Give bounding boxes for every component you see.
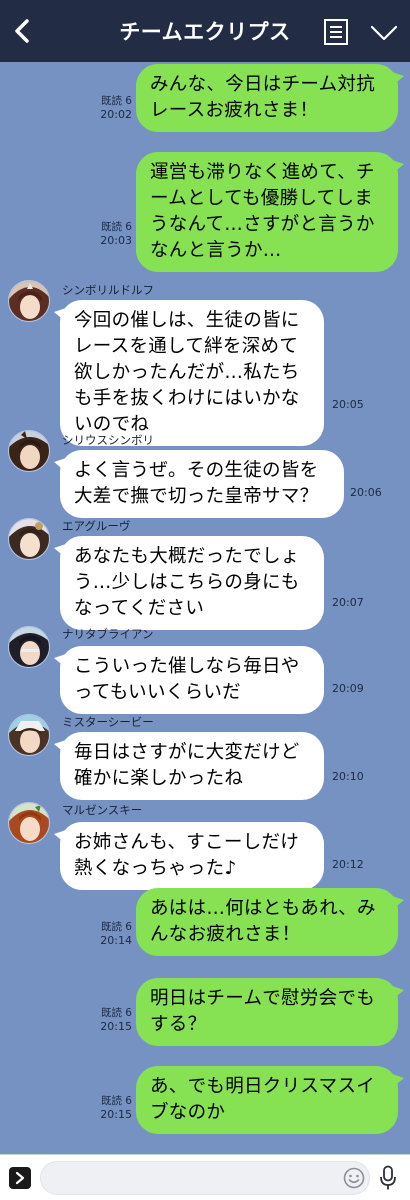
chat-header: チームエクリプス (0, 0, 410, 62)
timestamp: 20:03 (100, 234, 132, 247)
outgoing-message[interactable]: 明日はチームで慰労会でも する？ (136, 978, 404, 1046)
incoming-message[interactable]: よく言うぜ。その生徒の皆を 大差で撫で切った皇帝サマ？ (54, 450, 344, 518)
sender-name: シンボリルドルフ (62, 283, 154, 297)
message-input[interactable] (40, 1161, 370, 1195)
timestamp: 20:09 (332, 682, 364, 695)
avatar[interactable] (8, 518, 50, 560)
avatar-image-icon (9, 281, 49, 321)
read-receipt: 既読 6 (100, 1095, 132, 1107)
message-list[interactable]: 既読 6 20:02 みんな、今日はチーム対抗 レースお疲れさま！ 既読 6 2… (0, 62, 410, 1154)
avatar[interactable] (8, 802, 50, 844)
timestamp: 20:02 (100, 108, 132, 121)
avatar-image-icon (9, 627, 49, 667)
outgoing-message[interactable]: 運営も滞りなく進めて、チ ームとしても優勝してしま うなんて…さすがと言うか な… (136, 152, 404, 272)
message-meta: 既読 6 20:14 (92, 920, 132, 948)
avatar-image-icon (9, 803, 49, 843)
outgoing-message[interactable]: あはは…何はともあれ、み んなお疲れさま！ (136, 888, 404, 956)
read-receipt: 既読 6 (100, 921, 132, 933)
note-list-button[interactable] (323, 18, 349, 46)
chevron-down-icon (370, 25, 398, 41)
avatar-image-icon (9, 431, 49, 471)
incoming-message[interactable]: こういった催しなら毎日や ってもいいくらいだ (54, 646, 324, 714)
back-arrow-icon (15, 19, 29, 43)
smiley-icon (343, 1167, 365, 1189)
sender-name: エアグルーヴ (62, 519, 131, 533)
avatar[interactable] (8, 626, 50, 668)
sender-name: ナリタブライアン (62, 627, 154, 641)
timestamp: 20:10 (332, 770, 364, 783)
message-meta: 既読 6 20:02 (92, 94, 132, 122)
timestamp: 20:12 (332, 858, 364, 871)
microphone-icon (380, 1165, 396, 1190)
back-button[interactable] (10, 16, 34, 46)
sender-name: マルゼンスキー (62, 803, 143, 817)
message-meta: 既読 6 20:15 (92, 1094, 132, 1122)
incoming-message[interactable]: お姉さんも、すこーしだけ 熱くなっちゃった♪ (54, 822, 324, 890)
avatar-image-icon (9, 715, 49, 755)
avatar[interactable] (8, 280, 50, 322)
timestamp: 20:15 (100, 1108, 132, 1121)
outgoing-message[interactable]: あ、でも明日クリスマスイ ブなのか (136, 1066, 404, 1134)
timestamp: 20:05 (332, 398, 364, 411)
timestamp: 20:15 (100, 1020, 132, 1033)
expand-button[interactable] (9, 1167, 31, 1189)
timestamp: 20:07 (332, 596, 364, 609)
message-input-bar (0, 1154, 410, 1200)
timestamp: 20:06 (350, 486, 382, 499)
sender-name: ミスターシービー (62, 715, 154, 729)
incoming-message[interactable]: 毎日はさすがに大変だけど 確かに楽しかったね (54, 732, 324, 800)
sender-name: シリウスシンボリ (62, 433, 154, 447)
microphone-button[interactable] (379, 1165, 397, 1191)
timestamp: 20:14 (100, 934, 132, 947)
read-receipt: 既読 6 (100, 95, 132, 107)
note-list-icon (324, 19, 348, 45)
avatar[interactable] (8, 430, 50, 472)
collapse-menu-button[interactable] (368, 18, 400, 46)
avatar[interactable] (8, 714, 50, 756)
read-receipt: 既読 6 (100, 221, 132, 233)
avatar-image-icon (9, 519, 49, 559)
incoming-message[interactable]: あなたも大概だったでしょ う…少しはこちらの身にも なってください (54, 536, 324, 630)
message-meta: 既読 6 20:15 (92, 1006, 132, 1034)
incoming-message[interactable]: 今回の催しは、生徒の皆に レースを通して絆を深めて 欲しかったんだが…私たち も… (54, 300, 324, 446)
expand-arrow-icon (15, 1171, 25, 1185)
read-receipt: 既読 6 (100, 1007, 132, 1019)
outgoing-message[interactable]: みんな、今日はチーム対抗 レースお疲れさま！ (136, 64, 404, 132)
emoji-button[interactable] (343, 1167, 365, 1189)
message-meta: 既読 6 20:03 (92, 220, 132, 248)
